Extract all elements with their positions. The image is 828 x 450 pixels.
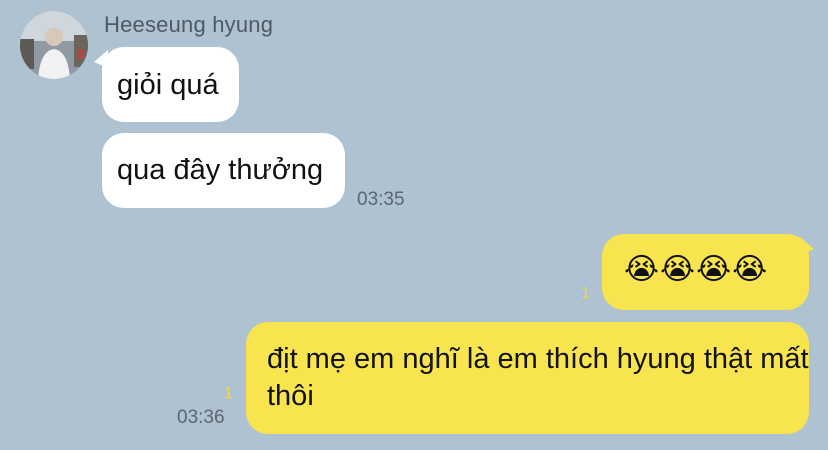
unread-count: 1 — [581, 285, 590, 302]
incoming-message-bubble[interactable]: giỏi quá — [102, 47, 239, 122]
incoming-message-bubble[interactable]: qua đây thưởng — [102, 133, 345, 208]
outgoing-message-bubble[interactable]: 😭😭😭😭 — [602, 234, 809, 310]
message-timestamp: 03:36 — [177, 407, 225, 428]
unread-count: 1 — [224, 385, 233, 402]
outgoing-message-bubble[interactable]: địt mẹ em nghĩ là em thích hyung thật mấ… — [246, 322, 809, 434]
sender-avatar[interactable] — [20, 11, 88, 79]
message-timestamp: 03:35 — [357, 189, 405, 210]
avatar-photo — [20, 11, 88, 79]
sender-name: Heeseung hyung — [104, 12, 274, 37]
